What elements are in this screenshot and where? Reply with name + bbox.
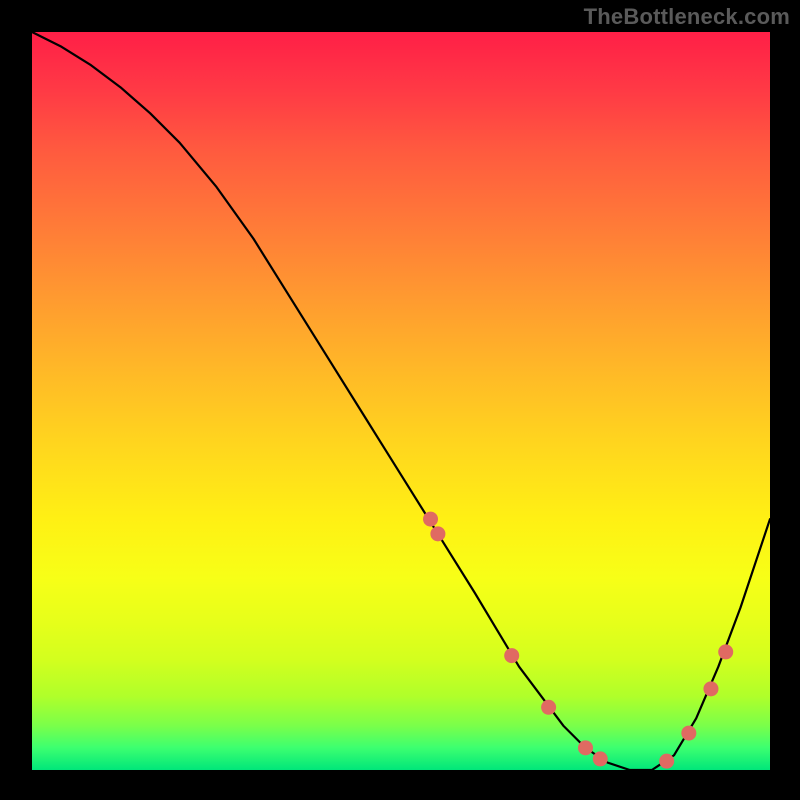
marker-group <box>423 512 733 770</box>
marker-dot <box>578 740 593 755</box>
marker-dot <box>681 726 696 741</box>
marker-dot <box>504 648 519 663</box>
chart-frame: TheBottleneck.com <box>0 0 800 800</box>
chart-svg <box>32 32 770 770</box>
marker-dot <box>430 526 445 541</box>
bottleneck-curve <box>32 32 770 770</box>
watermark-text: TheBottleneck.com <box>584 4 790 30</box>
marker-dot <box>659 754 674 769</box>
marker-dot <box>703 681 718 696</box>
marker-dot <box>423 512 438 527</box>
marker-dot <box>593 751 608 766</box>
marker-dot <box>541 700 556 715</box>
marker-dot <box>718 644 733 659</box>
plot-area <box>32 32 770 770</box>
marker-capsule <box>556 718 571 736</box>
